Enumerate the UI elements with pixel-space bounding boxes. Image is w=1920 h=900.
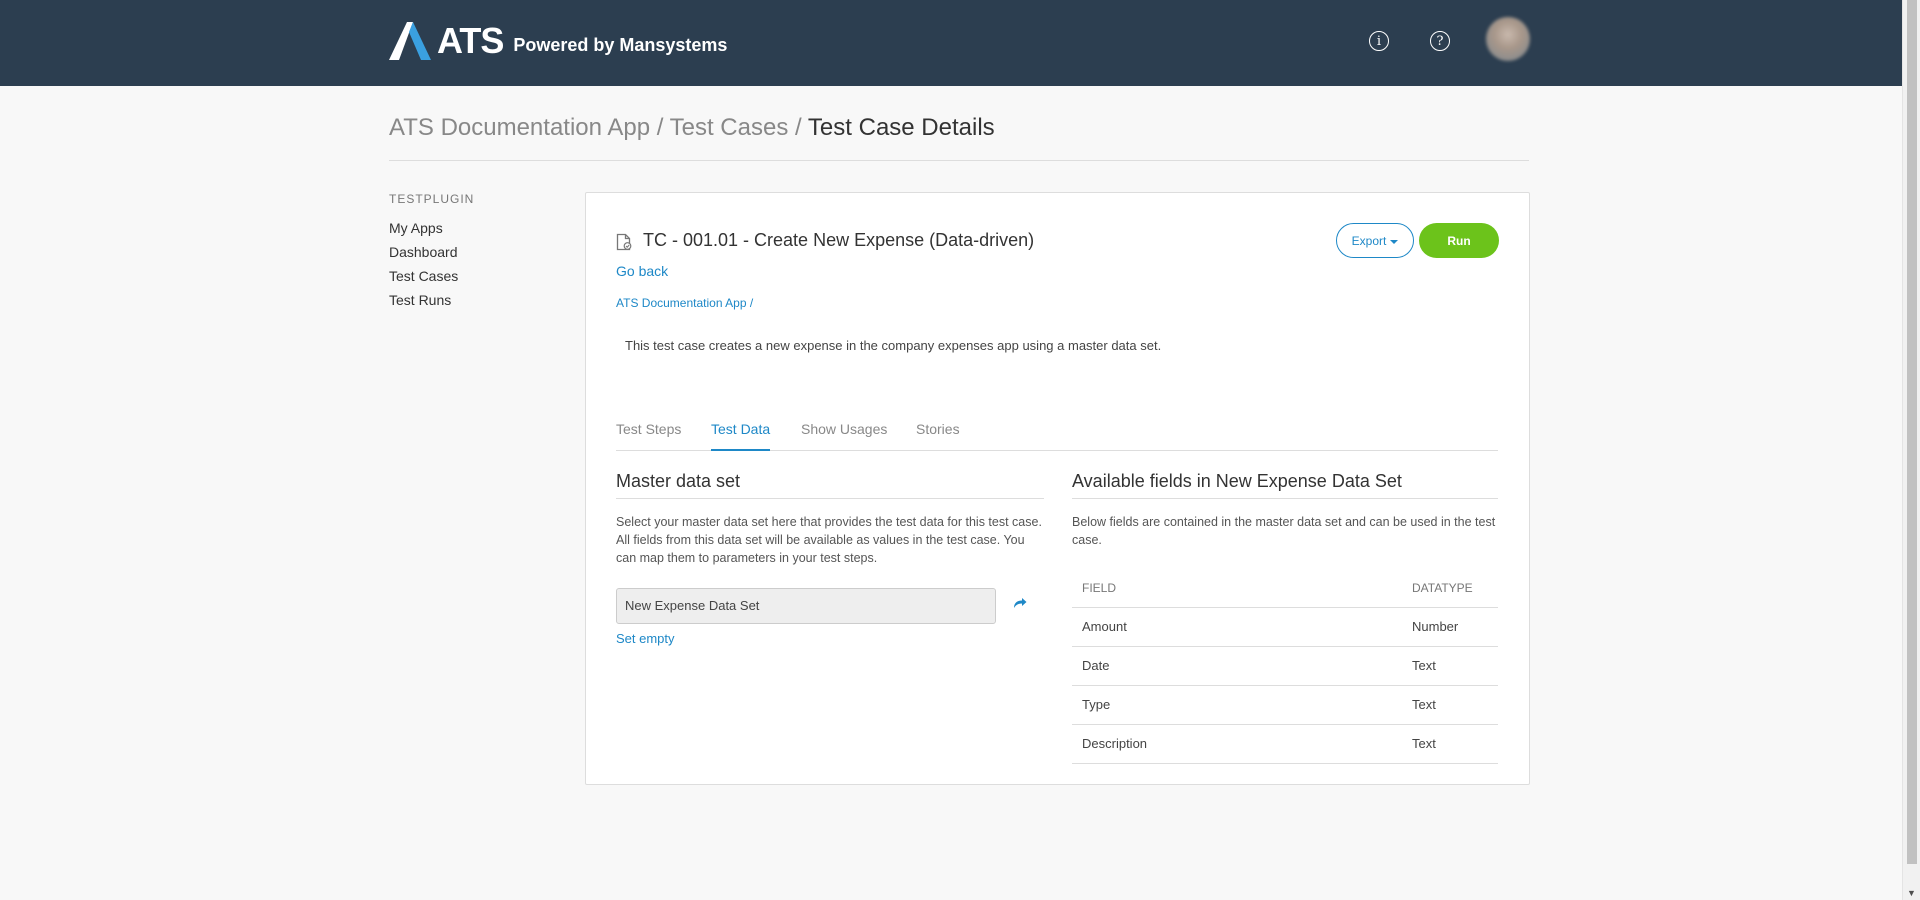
master-data-set-field[interactable]: New Expense Data Set xyxy=(616,588,996,624)
column-header-datatype: DATATYPE xyxy=(1402,569,1498,608)
master-data-help-line: Select your master data set here that pr… xyxy=(616,515,1042,529)
scrollbar-thumb[interactable] xyxy=(1907,0,1917,864)
sidebar-item-my-apps[interactable]: My Apps xyxy=(389,220,443,236)
test-case-card: TC - 001.01 - Create New Expense (Data-d… xyxy=(585,192,1530,785)
available-fields-help: Below fields are contained in the master… xyxy=(1072,515,1496,547)
fields-table: FIELD DATATYPE Amount Number Date Text T… xyxy=(1072,569,1498,764)
sidebar-item-dashboard[interactable]: Dashboard xyxy=(389,244,458,260)
sidebar-item-test-cases[interactable]: Test Cases xyxy=(389,268,458,284)
test-case-title: TC - 001.01 - Create New Expense (Data-d… xyxy=(643,230,1035,250)
available-fields-title: Available fields in New Expense Data Set xyxy=(1072,471,1498,499)
page-breadcrumb: ATS Documentation App / Test Cases / Tes… xyxy=(389,114,995,142)
set-empty-link[interactable]: Set empty xyxy=(616,631,675,646)
open-data-set-icon[interactable] xyxy=(1012,595,1028,611)
export-button-label: Export xyxy=(1351,233,1387,248)
datatype-cell: Text xyxy=(1402,685,1498,725)
breadcrumb-app-link[interactable]: ATS Documentation App xyxy=(389,114,650,141)
table-header-row: FIELD DATATYPE xyxy=(1072,569,1498,608)
datatype-cell: Text xyxy=(1402,646,1498,686)
tab-test-steps[interactable]: Test Steps xyxy=(616,421,681,451)
datatype-cell: Number xyxy=(1402,607,1498,647)
info-icon[interactable]: i xyxy=(1369,31,1389,51)
field-name-cell: Description xyxy=(1072,724,1402,764)
help-icon[interactable]: ? xyxy=(1430,31,1450,51)
master-data-help: Select your master data set here that pr… xyxy=(616,513,1044,567)
table-row: Type Text xyxy=(1072,685,1498,725)
field-name-cell: Amount xyxy=(1072,607,1402,647)
tab-test-data[interactable]: Test Data xyxy=(711,421,771,451)
tab-stories[interactable]: Stories xyxy=(916,421,960,451)
datatype-cell: Text xyxy=(1402,724,1498,764)
table-row: Description Text xyxy=(1072,724,1498,764)
master-data-help-line: All fields from this data set will be av… xyxy=(616,533,1025,565)
ats-logo-mark-icon xyxy=(389,22,431,60)
breadcrumb-current: Test Case Details xyxy=(807,114,995,141)
brand-name: ATS xyxy=(437,20,504,61)
app-breadcrumb-link[interactable]: ATS Documentation App / xyxy=(616,296,753,310)
test-case-description: This test case creates a new expense in … xyxy=(625,338,1162,353)
title-divider xyxy=(389,160,1529,161)
table-row: Amount Number xyxy=(1072,607,1498,647)
column-header-field: FIELD xyxy=(1072,569,1402,608)
vertical-scrollbar[interactable]: ▼ xyxy=(1902,0,1920,900)
master-data-title: Master data set xyxy=(616,471,1044,499)
field-name-cell: Date xyxy=(1072,646,1402,686)
tab-bar: Test Steps Test Data Show Usages Stories xyxy=(616,421,1498,451)
chevron-down-icon xyxy=(1390,239,1399,244)
sidebar-heading: TESTPLUGIN xyxy=(389,192,475,206)
sidebar-item-test-runs[interactable]: Test Runs xyxy=(389,292,451,308)
field-name-cell: Type xyxy=(1072,685,1402,725)
run-button[interactable]: Run xyxy=(1419,223,1499,258)
available-fields-section: Available fields in New Expense Data Set… xyxy=(1072,471,1498,764)
export-button[interactable]: Export xyxy=(1336,223,1414,258)
go-back-link[interactable]: Go back xyxy=(616,263,668,279)
breadcrumb-test-cases-link[interactable]: Test Cases xyxy=(670,114,789,141)
test-case-document-icon xyxy=(616,233,632,251)
brand-tagline: Powered by Mansystems xyxy=(513,35,728,55)
scroll-down-arrow-icon[interactable]: ▼ xyxy=(1907,888,1916,898)
user-avatar[interactable] xyxy=(1486,17,1530,61)
breadcrumb-separator: / xyxy=(650,114,670,141)
table-row: Date Text xyxy=(1072,646,1498,686)
breadcrumb-separator: / xyxy=(788,114,808,141)
tab-show-usages[interactable]: Show Usages xyxy=(801,421,887,451)
ats-logo[interactable]: ATS Powered by Mansystems xyxy=(389,22,727,60)
top-header: ATS Powered by Mansystems i ? xyxy=(0,0,1902,86)
master-data-section: Master data set Select your master data … xyxy=(616,471,1044,646)
